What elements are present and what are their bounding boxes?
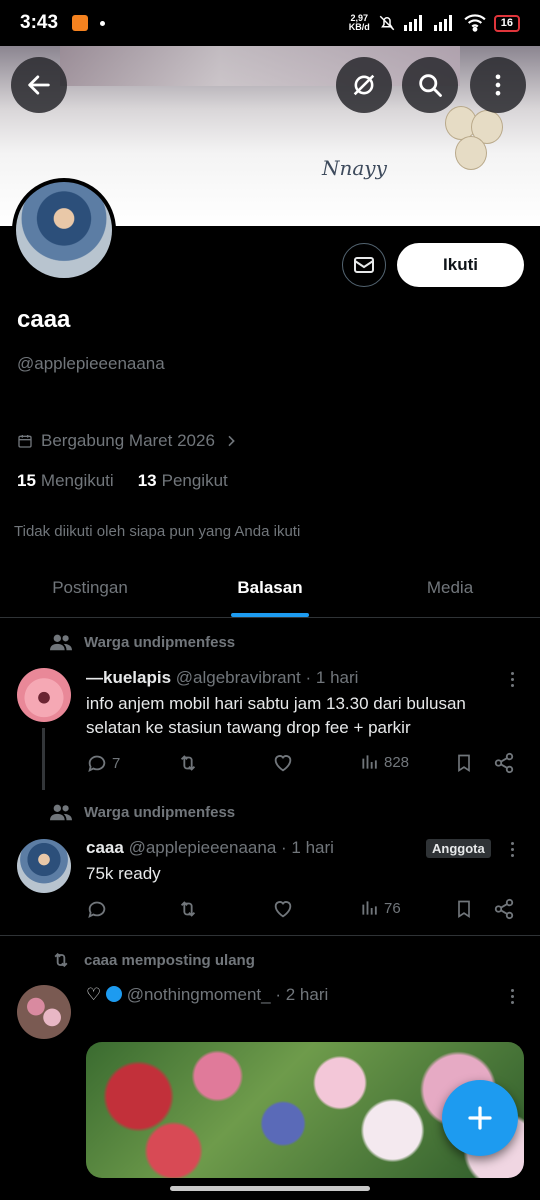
envelope-icon — [354, 257, 374, 273]
back-button[interactable] — [11, 57, 67, 113]
post-time: · 2 hari — [275, 985, 329, 1004]
banner-photo-strip — [60, 46, 460, 86]
joined-text: Bergabung Maret 2026 — [41, 431, 215, 450]
share-button[interactable] — [493, 898, 515, 920]
app-notification-icon — [72, 15, 89, 31]
heart-icon — [274, 755, 292, 772]
signal-icon-2 — [433, 15, 452, 31]
plus-icon — [468, 1106, 492, 1130]
repost-icon — [54, 952, 68, 968]
community-icon — [50, 634, 72, 651]
share-icon — [494, 898, 514, 920]
message-button[interactable] — [342, 243, 386, 287]
grok-icon — [353, 74, 375, 96]
post-handle: @applepieeenaana — [128, 838, 277, 857]
banner-flower-decoration — [445, 106, 505, 176]
profile-name: caaa — [17, 306, 71, 333]
post-avatar[interactable] — [17, 839, 71, 893]
share-button[interactable] — [493, 752, 515, 774]
verified-badge-icon — [105, 986, 122, 1002]
status-time: 3:43 — [20, 12, 59, 33]
views-button[interactable]: 76 — [360, 898, 401, 918]
follow-stats: 15 Mengikuti 13 Pengikut — [17, 471, 228, 491]
tab-media[interactable]: Media — [360, 562, 540, 617]
joined-date[interactable]: Bergabung Maret 2026 — [17, 431, 239, 451]
bookmark-icon — [458, 900, 470, 919]
post-header[interactable]: ♡ @nothingmoment_ · 2 hari — [86, 985, 328, 1005]
post-more-button[interactable] — [505, 672, 519, 687]
network-speed: 2,97 KB/d — [348, 13, 370, 32]
repost-icon — [180, 901, 196, 917]
more-options-button[interactable] — [470, 57, 526, 113]
more-vertical-icon — [495, 74, 501, 96]
reply-icon — [88, 901, 106, 919]
like-button[interactable] — [272, 898, 294, 920]
battery-indicator: 16 — [493, 14, 520, 32]
post-divider — [0, 935, 540, 936]
views-button[interactable]: 828 — [360, 752, 409, 772]
post-time: · 1 hari — [281, 838, 334, 857]
tab-replies[interactable]: Balasan — [180, 562, 360, 617]
tab-posts[interactable]: Postingan — [0, 562, 180, 617]
bookmark-button[interactable] — [454, 898, 474, 920]
following-link[interactable]: 15 Mengikuti — [17, 471, 114, 491]
post-actions: 7 828 — [86, 752, 526, 782]
post-context[interactable]: Warga undipmenfess — [50, 632, 235, 652]
views-icon — [362, 755, 377, 769]
post-time: · 1 hari — [305, 668, 359, 687]
post-more-button[interactable] — [505, 989, 519, 1004]
post-more-button[interactable] — [505, 842, 519, 857]
post-handle: @algebravibrant — [175, 668, 301, 687]
post-context[interactable]: Warga undipmenfess — [50, 802, 235, 822]
post-avatar[interactable] — [17, 985, 71, 1039]
calendar-icon — [18, 435, 32, 448]
not-followed-note: Tidak diikuti oleh siapa pun yang Anda i… — [14, 523, 301, 540]
bookmark-icon — [458, 754, 470, 773]
repost-icon — [180, 755, 196, 771]
banner-signature: Nnayy — [322, 156, 387, 180]
notification-dot — [100, 20, 106, 26]
post-avatar[interactable] — [17, 668, 71, 722]
post-actions: 76 — [86, 898, 526, 928]
member-badge: Anggota — [426, 839, 491, 858]
chevron-right-icon — [228, 435, 235, 447]
search-icon — [419, 74, 442, 97]
post-text: 75k ready — [86, 864, 161, 883]
home-indicator[interactable] — [170, 1186, 370, 1191]
bookmark-button[interactable] — [454, 752, 474, 774]
mute-icon — [379, 15, 395, 31]
wifi-icon — [464, 14, 486, 32]
thread-line — [42, 728, 45, 790]
post-text: info anjem mobil hari sabtu jam 13.30 da… — [86, 694, 466, 737]
reply-button[interactable]: 7 — [86, 752, 120, 774]
followers-link[interactable]: 13 Pengikut — [138, 471, 228, 491]
views-icon — [362, 901, 377, 915]
share-icon — [494, 752, 514, 774]
heart-icon — [274, 901, 292, 918]
repost-context[interactable]: caaa memposting ulang — [50, 950, 255, 970]
status-bar: 3:43 2,97 KB/d 16 — [0, 0, 540, 46]
post-handle: @nothingmoment_ — [126, 985, 271, 1004]
follow-button[interactable]: Ikuti — [397, 243, 524, 287]
search-button[interactable] — [402, 57, 458, 113]
reply-icon — [88, 755, 106, 773]
compose-button[interactable] — [442, 1080, 518, 1156]
post-header[interactable]: —kuelapis @algebravibrant · 1 hari — [86, 668, 358, 688]
signal-icon — [403, 15, 422, 31]
post-author: —kuelapis — [86, 668, 172, 687]
reply-button[interactable] — [86, 898, 108, 920]
grok-button[interactable] — [336, 57, 392, 113]
community-icon — [50, 804, 72, 821]
profile-tabs: Postingan Balasan Media — [0, 562, 540, 618]
repost-button[interactable] — [176, 752, 200, 774]
post-author: caaa — [86, 838, 124, 857]
profile-avatar[interactable] — [12, 178, 116, 282]
profile-handle: @applepieeenaana — [17, 354, 165, 373]
post-header[interactable]: caaa @applepieeenaana · 1 hari — [86, 838, 334, 858]
post-author: ♡ — [86, 985, 102, 1004]
active-tab-indicator — [231, 613, 309, 617]
repost-button[interactable] — [176, 898, 200, 920]
like-button[interactable] — [272, 752, 294, 774]
arrow-left-icon — [28, 75, 50, 95]
